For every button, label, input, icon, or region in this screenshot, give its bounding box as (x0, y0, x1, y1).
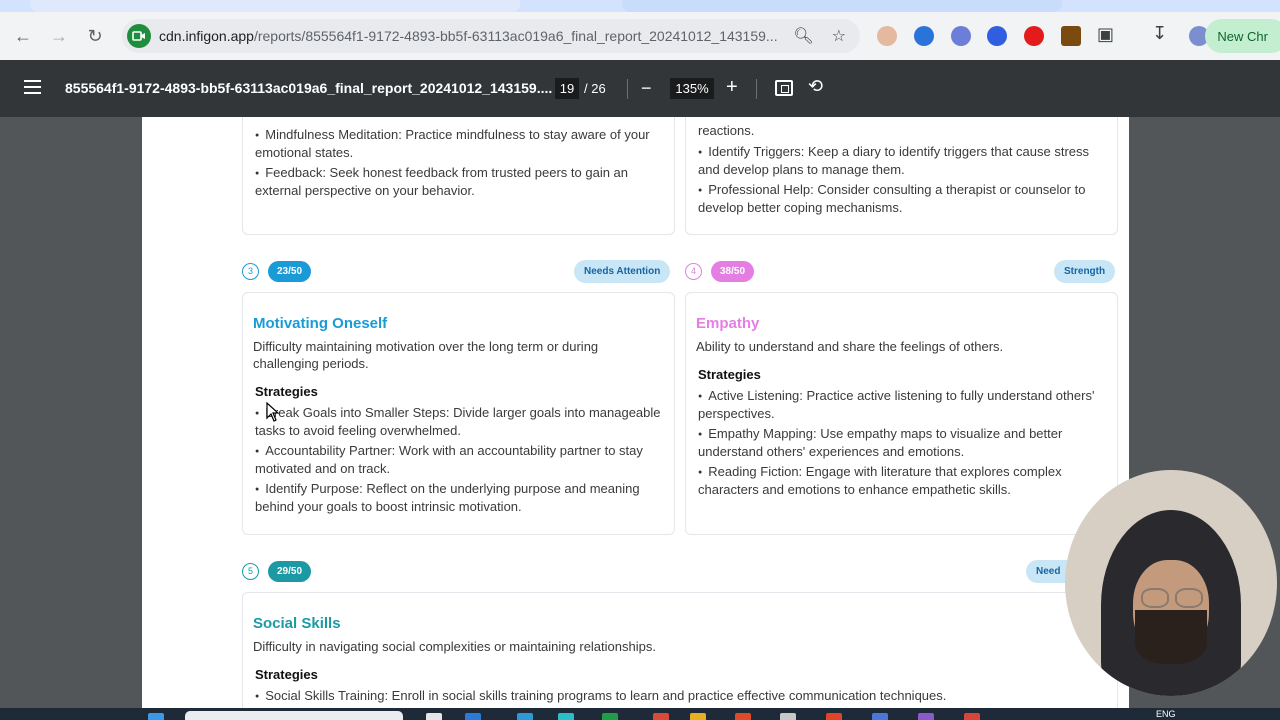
taskbar-app-icon[interactable] (780, 713, 796, 720)
puzzle-extensions-icon[interactable]: ▣ (1097, 24, 1114, 45)
card-description: Difficulty in navigating social complexi… (253, 639, 656, 654)
card-description: Difficulty maintaining motivation over t… (253, 339, 599, 371)
extension-icon[interactable] (914, 26, 934, 46)
zoom-magnifier-icon[interactable]: 🔍︎ (793, 26, 813, 46)
rotate-icon[interactable]: ⟲ (808, 76, 823, 97)
strategy-card: reactions. Identify Triggers: Keep a dia… (685, 117, 1118, 235)
strategies-heading: Strategies (698, 367, 761, 382)
taskbar-app-icon[interactable] (918, 713, 934, 720)
taskbar-app-icon[interactable] (602, 713, 618, 720)
extension-icon[interactable] (1061, 26, 1081, 46)
pdf-page: Mindfulness Meditation: Practice mindful… (142, 117, 1129, 708)
section-number: 5 (242, 563, 259, 580)
taskbar-app-icon[interactable] (558, 713, 574, 720)
webcam-overlay (1065, 470, 1277, 696)
webcam-glasses (1175, 588, 1203, 608)
zoom-out-icon[interactable]: − (641, 78, 652, 99)
os-taskbar: ENG (0, 708, 1280, 720)
taskbar-app-icon[interactable] (872, 713, 888, 720)
status-badge: Strength (1054, 260, 1116, 283)
new-chrome-button[interactable]: New Chr (1205, 19, 1280, 53)
address-bar[interactable]: cdn.infigon.app/reports/855564f1-9172-48… (122, 19, 860, 53)
webcam-glasses (1141, 588, 1169, 608)
card-title: Motivating Oneself (253, 315, 388, 332)
divider (756, 79, 757, 99)
extension-icon[interactable] (877, 26, 897, 46)
url-path: /reports/855564f1-9172-4893-bb5f-63113ac… (253, 28, 778, 44)
document-title: 855564f1-9172-4893-bb5f-63113ac019a6_fin… (65, 80, 553, 96)
strategy-bullet: Break Goals into Smaller Steps: Divide l… (255, 404, 665, 439)
extension-icon[interactable] (1024, 26, 1044, 46)
score-pill: 23/50 (268, 261, 311, 282)
taskbar-app-icon[interactable] (826, 713, 842, 720)
strategy-bullet: Accountability Partner: Work with an acc… (255, 442, 665, 477)
status-badge: Needs Attention (574, 260, 671, 283)
section-number: 4 (685, 263, 702, 280)
bookmark-star-icon[interactable]: ☆ (832, 26, 846, 46)
score-pill: 29/50 (268, 561, 311, 582)
taskbar-app-icon[interactable] (517, 713, 533, 720)
taskbar-app-icon[interactable] (653, 713, 669, 720)
strategies-heading: Strategies (255, 384, 318, 399)
page-number-input[interactable]: 19 (555, 78, 579, 99)
url-text[interactable]: cdn.infigon.app/reports/855564f1-9172-48… (159, 28, 781, 44)
strategy-bullet: Professional Help: Consider consulting a… (698, 181, 1108, 216)
new-chrome-label: New Chr (1217, 28, 1268, 44)
strategy-card: Mindfulness Meditation: Practice mindful… (242, 117, 675, 235)
score-pill: 38/50 (711, 261, 754, 282)
taskbar-app-icon[interactable] (690, 713, 706, 720)
webcam-beard (1135, 610, 1207, 664)
download-icon[interactable]: ↧ (1152, 23, 1167, 44)
menu-icon[interactable] (24, 80, 41, 98)
strategies-heading: Strategies (255, 667, 318, 682)
url-host: cdn.infigon.app (159, 28, 254, 44)
card-title: Empathy (696, 315, 760, 332)
strategy-bullet: Identify Triggers: Keep a diary to ident… (698, 143, 1108, 178)
extension-icon[interactable] (951, 26, 971, 46)
taskbar-app-icon[interactable] (735, 713, 751, 720)
strategy-bullet: Identify Purpose: Reflect on the underly… (255, 480, 665, 515)
text-fragment: reactions. (698, 123, 755, 138)
competency-card: Motivating Oneself Difficulty maintainin… (242, 292, 675, 535)
section-number: 3 (242, 263, 259, 280)
strategy-bullet: Social Skills Training: Enroll in social… (255, 687, 1095, 705)
back-arrow-icon[interactable]: ← (8, 21, 38, 51)
zoom-level-input[interactable]: 135% (670, 78, 714, 99)
pdf-toolbar: 855564f1-9172-4893-bb5f-63113ac019a6_fin… (0, 60, 1280, 117)
browser-toolbar: ← → ↻ cdn.infigon.app/reports/855564f1-9… (0, 12, 1280, 60)
fit-page-icon[interactable] (775, 80, 793, 96)
taskbar-app-icon[interactable] (465, 713, 481, 720)
zoom-in-icon[interactable]: + (726, 76, 738, 99)
competency-card: Empathy Ability to understand and share … (685, 292, 1118, 535)
card-description: Ability to understand and share the feel… (696, 339, 1004, 354)
site-info-icon[interactable] (127, 24, 151, 48)
windows-start-icon[interactable] (148, 713, 164, 720)
strategy-bullet: Reading Fiction: Engage with literature … (698, 463, 1108, 498)
strategy-bullet: Active Listening: Practice active listen… (698, 387, 1108, 422)
taskbar-app-icon[interactable] (426, 713, 442, 720)
extension-icon[interactable] (987, 26, 1007, 46)
strategy-bullet: Mindfulness Meditation: Practice mindful… (255, 126, 665, 161)
card-title: Social Skills (253, 615, 341, 632)
forward-arrow-icon[interactable]: → (44, 21, 74, 51)
reload-icon[interactable]: ↻ (80, 21, 110, 51)
browser-tab[interactable] (622, 0, 1062, 12)
taskbar-search-box[interactable] (185, 711, 403, 720)
strategy-bullet: Empathy Mapping: Use empathy maps to vis… (698, 425, 1108, 460)
divider (627, 79, 628, 99)
taskbar-app-icon[interactable] (964, 713, 980, 720)
browser-tab-strip (0, 0, 1280, 12)
page-total: / 26 (584, 81, 606, 96)
mouse-cursor-icon (266, 402, 280, 422)
competency-card: Social Skills Difficulty in navigating s… (242, 592, 1118, 708)
language-indicator[interactable]: ENG (1156, 709, 1176, 719)
browser-tab[interactable] (30, 0, 520, 12)
strategy-bullet: Feedback: Seek honest feedback from trus… (255, 164, 665, 199)
